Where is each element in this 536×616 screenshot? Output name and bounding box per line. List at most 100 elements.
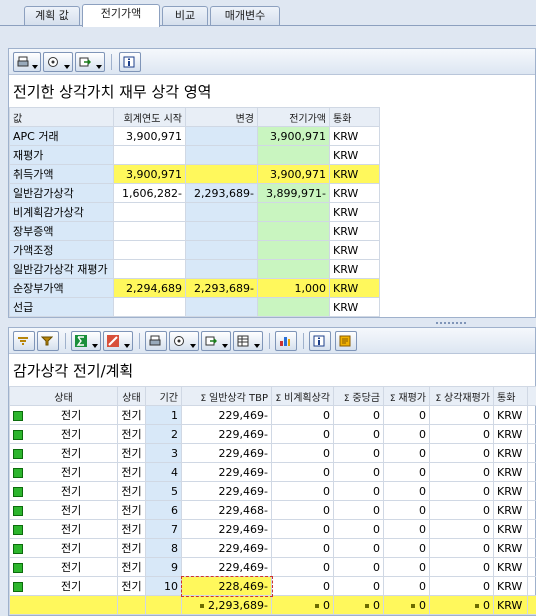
top-toolbar — [9, 49, 535, 75]
table-row[interactable]: 전기 전기 2 229,469- 0 0 0 0 KRW — [9, 424, 536, 444]
info-button[interactable] — [119, 52, 141, 72]
dropdown-arrow-icon — [32, 65, 38, 69]
tab-comparison[interactable]: 비교 — [162, 6, 208, 26]
view-button[interactable] — [43, 52, 73, 72]
table-row[interactable]: 전기 전기 6 229,468- 0 0 0 0 KRW — [9, 500, 536, 520]
total-reval-value: 0 — [419, 598, 426, 612]
status-text: 전기 — [61, 523, 82, 536]
col-header-change[interactable]: 변경 — [185, 107, 258, 127]
table-row[interactable]: 취득가액 3,900,971 3,900,971 KRW — [9, 164, 380, 184]
col-header-reval-dep[interactable]: Σ 상각재평가 — [429, 386, 494, 406]
col-header-status[interactable]: 상태 — [9, 386, 118, 406]
cell-state: 전기 — [117, 557, 146, 577]
graphic-button[interactable] — [275, 331, 297, 351]
dropdown-arrow-icon — [124, 344, 130, 348]
cell-reval-dep: 0 — [429, 424, 494, 444]
tab-plan-values[interactable]: 계획 값 — [24, 6, 80, 26]
col-header-special-label: 중당금 — [352, 392, 380, 404]
col-header-value[interactable]: 값 — [9, 107, 114, 127]
status-green-icon — [13, 544, 23, 554]
subtotal-button[interactable] — [103, 331, 133, 351]
col-header-posted[interactable]: 전기가액 — [257, 107, 330, 127]
total-marker-icon — [200, 603, 205, 608]
cell-special: 0 — [333, 519, 384, 539]
table-row[interactable]: 전기 전기 9 229,469- 0 0 0 0 KRW — [9, 557, 536, 577]
info-icon — [123, 56, 135, 68]
col-header-unplanned[interactable]: Σ 비계획상각 — [271, 386, 334, 406]
table-row[interactable]: 일반감가상각 1,606,282- 2,293,689- 3,899,971- … — [9, 183, 380, 203]
cell-posted — [257, 202, 330, 222]
row-label: 비계획감가상각 — [9, 202, 114, 222]
col-header-ordinary[interactable]: Σ 일반상각 TBP — [181, 386, 272, 406]
document-button[interactable] — [335, 331, 357, 351]
table-row[interactable]: 전기 전기 3 229,469- 0 0 0 0 KRW — [9, 443, 536, 463]
row-label: 일반감가상각 재평가 — [9, 259, 114, 279]
total-blank-2 — [117, 595, 146, 615]
sum-button[interactable] — [71, 331, 101, 351]
table-row[interactable]: 순장부가액 2,294,689 2,293,689- 1,000 KRW — [9, 278, 380, 298]
cell-period: 9 — [145, 557, 182, 577]
view-button[interactable] — [169, 331, 199, 351]
cell-state: 전기 — [117, 576, 146, 596]
print-button[interactable] — [145, 331, 167, 351]
cell-currency: KRW — [329, 297, 380, 317]
cell-change — [185, 297, 258, 317]
export-button[interactable] — [75, 52, 105, 72]
col-header-state[interactable]: 상태 — [117, 386, 146, 406]
splitter-grip[interactable] — [436, 322, 466, 324]
cell-unplanned: 0 — [271, 405, 334, 425]
tab-posted-values[interactable]: 전기가액 — [82, 4, 160, 27]
col-header-period[interactable]: 기간 — [145, 386, 182, 406]
cell-status: 전기 — [9, 500, 118, 520]
table-row[interactable]: 선급 KRW — [9, 297, 380, 317]
export-button[interactable] — [201, 331, 231, 351]
total-special: 0 — [333, 595, 384, 615]
row-label: 취득가액 — [9, 164, 114, 184]
layout-button[interactable] — [233, 331, 263, 351]
cell-reval-dep: 0 — [429, 443, 494, 463]
cell-currency: KRW — [493, 500, 528, 520]
table-row[interactable]: 전기 전기 5 229,469- 0 0 0 0 KRW — [9, 481, 536, 501]
table-row[interactable]: 전기 전기 4 229,469- 0 0 0 0 KRW — [9, 462, 536, 482]
cell-change — [185, 202, 258, 222]
cell-posted — [257, 145, 330, 165]
table-row[interactable]: 전기 전기 8 229,469- 0 0 0 0 KRW — [9, 538, 536, 558]
info-button[interactable] — [309, 331, 331, 351]
table-row[interactable]: 장부증액 KRW — [9, 221, 380, 241]
toolbar-separator — [111, 54, 112, 70]
total-special-value: 0 — [373, 598, 380, 612]
status-text: 전기 — [61, 409, 82, 422]
cell-ordinary: 229,469- — [181, 538, 272, 558]
totals-row: 2,293,689- 0 0 0 0 KRW — [9, 595, 536, 615]
sort-ascending-button[interactable] — [13, 331, 35, 351]
col-header-currency[interactable]: 통화 — [493, 386, 528, 406]
panel-splitter[interactable] — [0, 320, 536, 326]
dropdown-arrow-icon — [254, 344, 260, 348]
table-row[interactable]: 비계획감가상각 KRW — [9, 202, 380, 222]
table-row[interactable]: 전기 전기 10 228,469- 0 0 0 0 KRW — [9, 575, 536, 597]
total-ordinary: 2,293,689- — [181, 595, 272, 615]
table-row[interactable]: APC 거래 3,900,971 3,900,971 KRW — [9, 126, 380, 146]
filter-button[interactable] — [37, 331, 59, 351]
cell-period: 5 — [145, 481, 182, 501]
table-row[interactable]: 전기 전기 7 229,469- 0 0 0 0 KRW — [9, 519, 536, 539]
table-row[interactable]: 일반감가상각 재평가 KRW — [9, 259, 380, 279]
tab-parameters[interactable]: 매개변수 — [210, 6, 280, 26]
dropdown-arrow-icon — [92, 344, 98, 348]
cell-unplanned: 0 — [271, 557, 334, 577]
table-row[interactable]: 가액조정 KRW — [9, 240, 380, 260]
print-icon — [149, 335, 161, 346]
cell-currency: KRW — [493, 538, 528, 558]
table-row[interactable]: 재평가 KRW — [9, 145, 380, 165]
col-header-reval[interactable]: Σ 재평가 — [383, 386, 430, 406]
cell-reval: 0 — [383, 500, 430, 520]
col-header-fy-start[interactable]: 회계연도 시작 — [113, 107, 186, 127]
cell-state: 전기 — [117, 481, 146, 501]
table-row[interactable]: 전기 전기 1 229,469- 0 0 0 0 KRW — [9, 405, 536, 425]
col-header-currency[interactable]: 통화 — [329, 107, 380, 127]
print-button[interactable] — [13, 52, 41, 72]
cell-state: 전기 — [117, 519, 146, 539]
col-header-special[interactable]: Σ 중당금 — [333, 386, 384, 406]
sigma-icon — [75, 335, 87, 347]
cell-reval: 0 — [383, 519, 430, 539]
